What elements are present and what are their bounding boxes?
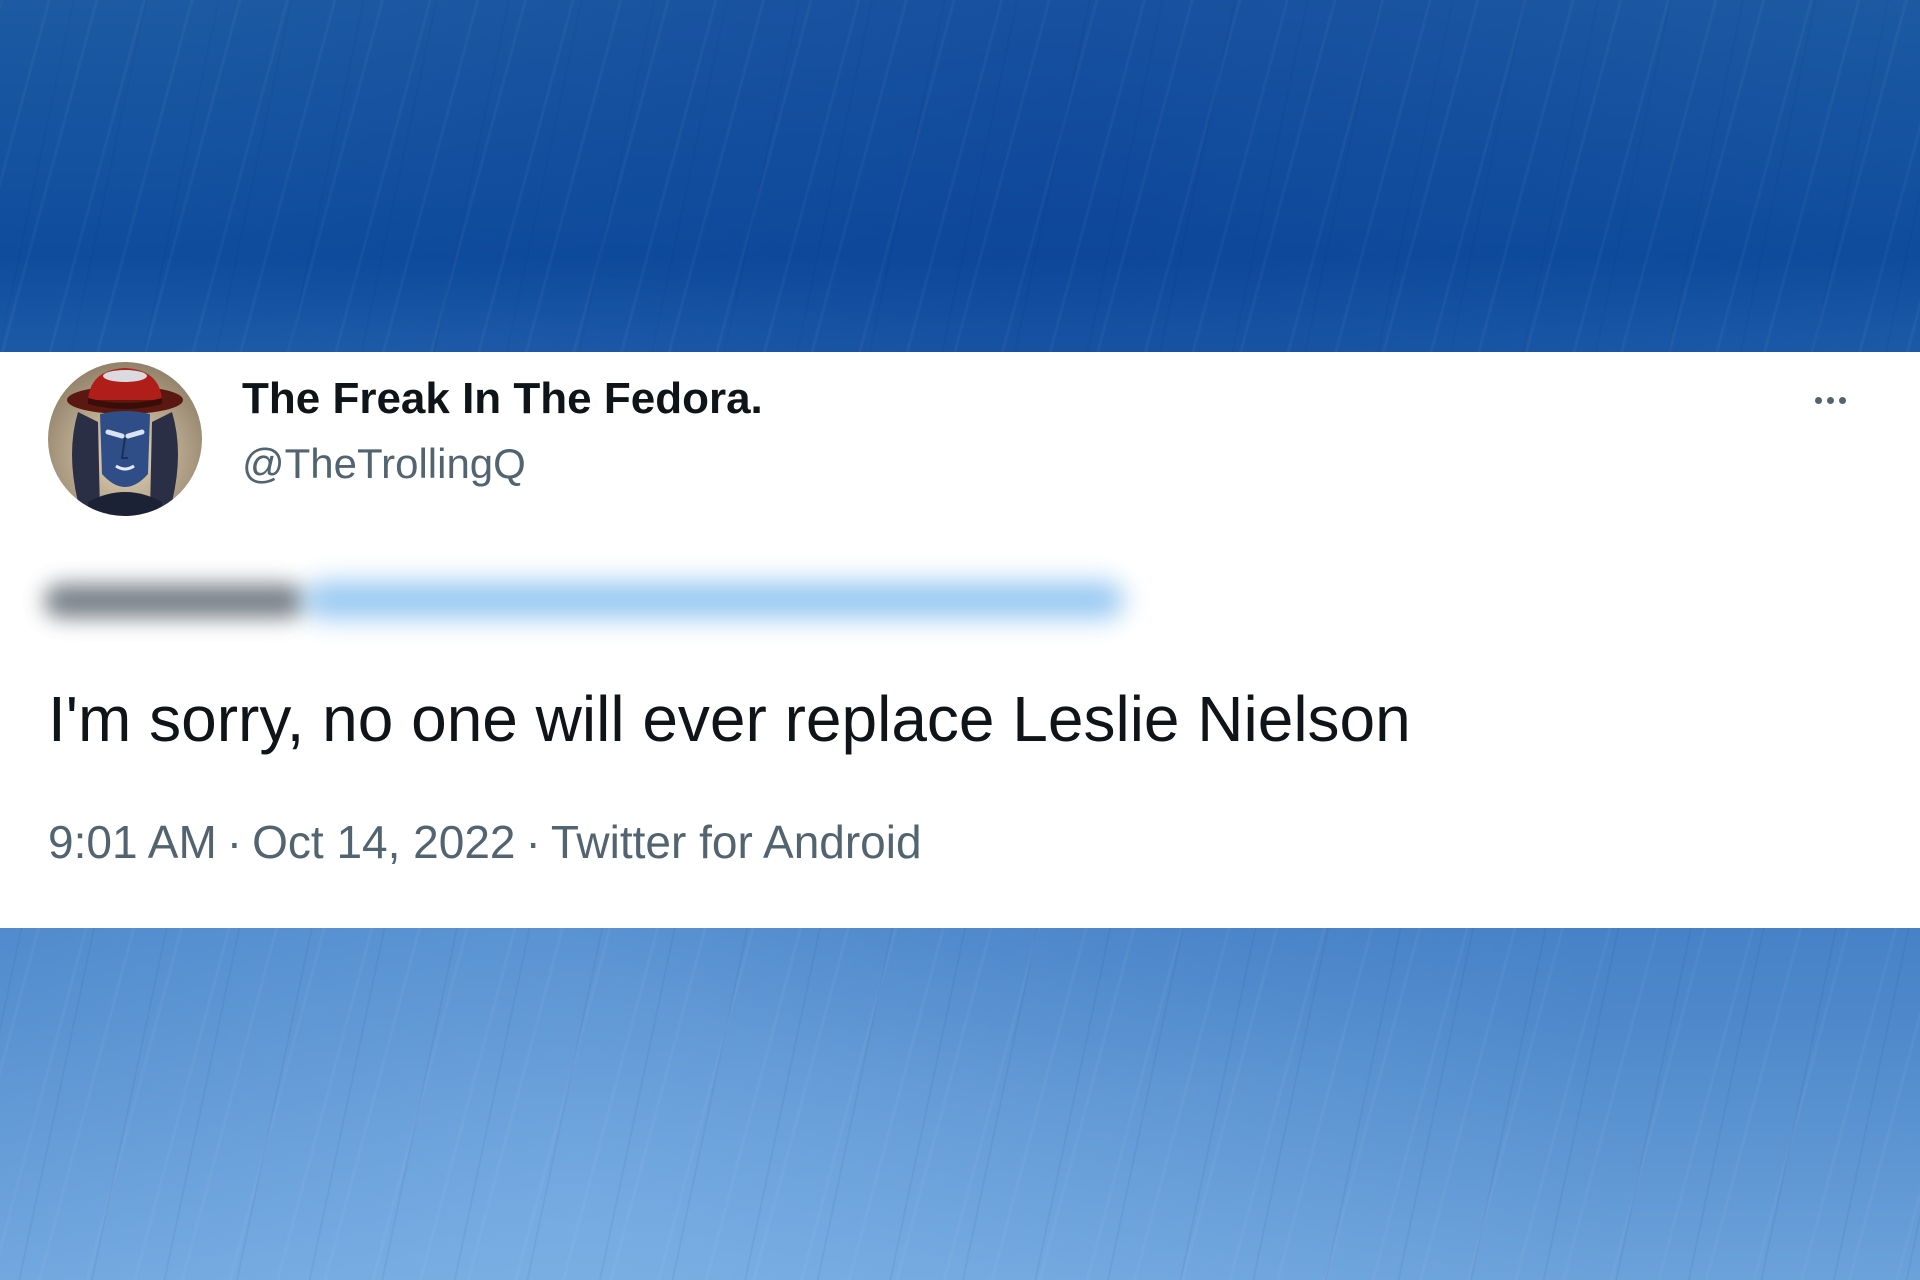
meta-separator: · — [226, 816, 243, 868]
meta-separator: · — [525, 816, 541, 868]
avatar[interactable] — [48, 362, 202, 516]
blurred-text — [44, 584, 304, 618]
author-display-name[interactable]: The Freak In The Fedora. — [242, 374, 763, 424]
tweet-card: The Freak In The Fedora. @TheTrollingQ I… — [0, 352, 1920, 928]
blurred-reply-context — [44, 570, 1134, 630]
more-options-button[interactable] — [1800, 382, 1860, 418]
fedora-character-avatar-icon — [48, 362, 202, 516]
tweet-time[interactable]: 9:01 AM — [48, 816, 217, 868]
blurred-link — [304, 582, 1124, 618]
more-dots-icon — [1814, 396, 1846, 404]
tweet-text: I'm sorry, no one will ever replace Lesl… — [48, 683, 1411, 755]
tweet-metadata: 9:01 AM · Oct 14, 2022 · Twitter for Android — [48, 815, 922, 869]
tweet-date[interactable]: Oct 14, 2022 — [252, 816, 515, 868]
author-handle[interactable]: @TheTrollingQ — [242, 440, 526, 488]
tweet-source-link[interactable]: Twitter for Android — [551, 816, 922, 868]
